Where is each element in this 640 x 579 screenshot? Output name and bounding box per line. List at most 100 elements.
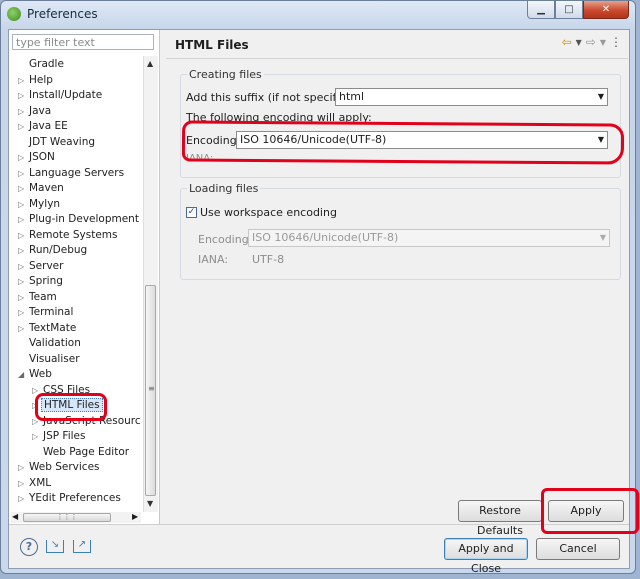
checkbox-checked-icon[interactable]: ✓ [186,206,197,218]
tree-expand-arrow-icon[interactable]: ▷ [18,305,27,320]
tree-expand-arrow-icon[interactable]: ▷ [18,491,27,506]
view-menu-icon[interactable]: ⋮ [610,35,622,51]
tree-expand-arrow-icon[interactable]: ▷ [18,259,27,274]
tree-item[interactable]: ▷ Java [18,104,53,119]
filter-input[interactable]: type filter text [12,34,154,50]
scroll-down-arrow-icon[interactable]: ▼ [147,499,153,508]
tree-item[interactable]: ▷ Install/Update [18,88,104,103]
tree-expand-arrow-icon[interactable]: ▷ [18,274,27,289]
maximize-button[interactable]: □ [555,1,583,19]
tree-item-label: JavaScript Resources Too [43,414,141,427]
tree-expand-arrow-icon[interactable]: ▷ [18,73,27,88]
tree-expand-arrow-icon[interactable]: ▷ [18,243,27,258]
tree-item[interactable]: ▷ Spring [18,274,65,289]
tree-expand-arrow-icon[interactable]: ▷ [18,166,27,181]
tree-expand-arrow-icon[interactable]: ▷ [18,88,27,103]
tree-expand-arrow-icon[interactable]: ▷ [32,414,41,429]
iana-label: IANA: [186,153,214,159]
scrollbar-thumb[interactable]: ≡ [145,285,156,496]
tree-expand-arrow-icon[interactable]: ▷ [18,228,27,243]
tree-item[interactable]: Gradle [18,57,66,72]
tree-collapse-arrow-icon[interactable]: ◢ [18,367,27,382]
scroll-left-arrow-icon[interactable]: ◀ [12,512,18,521]
creating-files-group: Creating files Add this suffix (if not s… [180,68,621,178]
tree-item-label: JDT Weaving [29,135,96,148]
back-arrow-icon[interactable]: ⇦ [562,35,572,51]
tree-item[interactable]: Web Page Editor [32,445,131,460]
scroll-right-arrow-icon[interactable]: ▶ [132,512,138,521]
dialog-client: type filter text Gradle ▷ Help ▷ Install/Upd… [8,29,630,575]
tree-expand-arrow-icon[interactable]: ▷ [18,476,27,491]
tree-item[interactable]: ▷ Maven [18,181,66,196]
tree-item[interactable]: Validation [18,336,83,351]
back-menu-chevron-icon[interactable]: ▼ [576,35,582,51]
tree-item[interactable]: ▷ Web Services [18,460,102,475]
tree-item[interactable]: ▷JavaScript Resources Too [32,414,141,429]
scroll-up-arrow-icon[interactable]: ▲ [147,59,153,68]
dropdown-arrow-icon: ▼ [597,92,604,101]
horizontal-scrollbar-thumb[interactable]: ⋮⋮⋮ [23,513,111,522]
tree-item-label: Validation [29,337,81,349]
tree-expand-arrow-icon[interactable]: ▷ [18,150,27,165]
tree-item[interactable]: ▷ Language Servers [18,166,126,181]
tree-item[interactable]: ▷ Terminal [18,305,75,320]
tree-expand-arrow-icon[interactable]: ▷ [32,398,41,413]
tree-item[interactable]: ▷ Team [18,290,59,305]
apply-and-close-button[interactable]: Apply and Close [444,538,528,575]
tree-item-label: HTML Files [41,398,103,412]
tree-item[interactable]: ▷ Run/Debug [18,243,89,258]
help-icon[interactable]: ? [20,538,38,556]
suffix-combo[interactable]: html ▼ [335,88,608,106]
tree-expand-arrow-icon[interactable]: ▷ [18,119,27,134]
tree-item-label: Gradle [29,58,64,70]
tree-item[interactable]: ▷ Plug-in Development [18,212,141,227]
tree-expand-arrow-icon[interactable]: ▷ [18,212,27,227]
export-icon[interactable]: ↗ [73,540,91,553]
tree-expand-arrow-icon[interactable]: ▷ [32,383,41,398]
forward-arrow-icon[interactable]: ⇨ [586,35,596,51]
title-separator [166,58,628,59]
tree-expand-arrow-icon[interactable]: ▷ [32,429,41,444]
tree-item-label: Web Page Editor [43,445,130,458]
tree-expand-arrow-icon[interactable]: ▷ [18,197,27,212]
import-icon[interactable]: ↘ [46,540,64,553]
tree-item[interactable]: ▷ HTML Files [32,398,103,413]
tree-item[interactable]: ▷ Help [18,73,55,88]
tree-item[interactable]: ▷ Java EE [18,119,70,134]
tree-expand-arrow-icon[interactable]: ▷ [18,104,27,119]
tree-horizontal-scrollbar[interactable]: ◀ ⋮⋮⋮ ▶ [11,512,141,523]
preference-tree-pane: type filter text Gradle ▷ Help ▷ Install/Upd… [9,30,160,524]
tree-expand-arrow-icon[interactable]: ▷ [18,460,27,475]
tree-expand-arrow-icon[interactable]: ▷ [18,181,27,196]
dropdown-arrow-icon: ▼ [597,135,604,144]
apply-button[interactable]: Apply [548,500,624,522]
tree-item[interactable]: ▷ TextMate [18,321,78,336]
tree-item[interactable]: ▷ Server [18,259,65,274]
page-title: HTML Files [175,38,249,52]
tree-item-label: JSON [29,151,55,163]
tree-item[interactable]: JDT Weaving [18,135,97,150]
loading-files-group: Loading files ✓ Use workspace encoding En… [180,182,621,280]
tree-item[interactable]: ▷ JSON [18,150,57,165]
footer-separator [9,524,629,525]
tree-item[interactable]: ▷ YEdit Preferences [18,491,123,506]
tree-item[interactable]: ◢ Web [18,367,54,382]
tree-expand-arrow-icon[interactable]: ▷ [18,321,27,336]
encoding-combo[interactable]: ISO 10646/Unicode(UTF-8) ▼ [236,131,608,149]
tree-item[interactable]: ▷ JSP Files [32,429,87,444]
tree-item[interactable]: ▷ Mylyn [18,197,62,212]
tree-item[interactable]: ▷ CSS Files [32,383,92,398]
tree-item[interactable]: ▷ Remote Systems [18,228,119,243]
creating-files-legend: Creating files [187,68,264,81]
use-workspace-label: Use workspace encoding [200,206,337,219]
tree-item[interactable]: Visualiser [18,352,82,367]
tree-item[interactable]: ▷ XML [18,476,53,491]
forward-menu-chevron-icon[interactable]: ▼ [600,35,606,51]
use-workspace-checkbox-row[interactable]: ✓ Use workspace encoding [186,206,337,219]
cancel-button[interactable]: Cancel [536,538,620,560]
tree-expand-arrow-icon[interactable]: ▷ [18,290,27,305]
close-button[interactable]: ✕ [583,1,629,19]
minimize-button[interactable]: ▁ [527,1,555,19]
tree-vertical-scrollbar[interactable]: ▲ ≡ ▼ [143,56,158,512]
restore-defaults-button[interactable]: Restore Defaults [458,500,542,537]
